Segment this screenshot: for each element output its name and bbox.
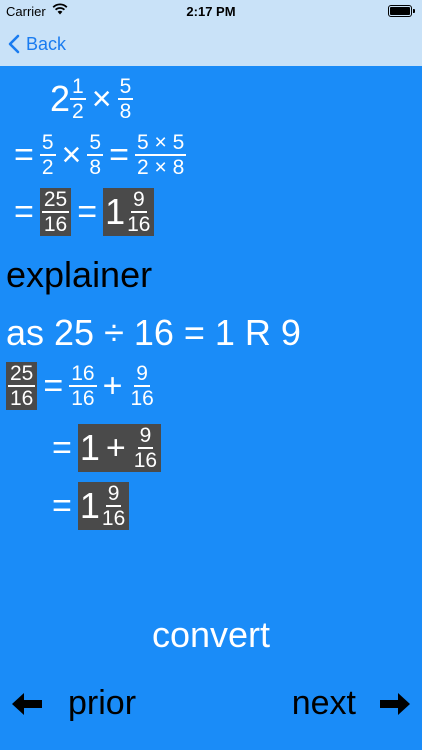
back-button[interactable]: Back: [8, 30, 66, 58]
next-label: next: [291, 684, 356, 722]
prior-button[interactable]: prior: [10, 684, 136, 723]
fraction-five-eighths: 5 8: [87, 131, 104, 179]
arrow-right-icon: [380, 692, 410, 715]
equals-sign: =: [14, 136, 34, 174]
status-bar: Carrier 2:17 PM: [0, 0, 422, 22]
improper-step-line: = 5 2 × 5 8 = 5 × 5 2 × 8: [14, 131, 187, 179]
navigation-bar: Back: [0, 22, 422, 66]
equals-sign: =: [14, 193, 34, 231]
equals-sign: =: [77, 193, 98, 231]
fraction-remainder: 9 16: [130, 362, 154, 410]
times-sign: ×: [91, 80, 112, 118]
highlighted-improper-fraction: 25 16: [39, 188, 72, 236]
highlighted-improper-fraction: 25 16: [6, 362, 38, 410]
battery-icon: [388, 5, 415, 17]
problem-line: 2 1 2 × 5 8: [50, 75, 134, 123]
explainer-heading: explainer: [6, 254, 153, 295]
mixed-whole: 2: [50, 78, 71, 119]
next-button[interactable]: next: [292, 684, 412, 723]
result-line: = 25 16 = 1 9 16: [14, 188, 155, 236]
highlighted-mixed-number: 1 9 16: [77, 482, 130, 530]
equals-sign: =: [52, 429, 72, 467]
explainer-split-line: 25 16 = 16 16 + 9 16: [6, 362, 156, 410]
explanation-area: 2 1 2 × 5 8 = 5 2 × 5 8 = 5 × 5 2 × 8 =: [0, 66, 422, 750]
fraction-product: 5 × 5 2 × 8: [134, 131, 187, 179]
convert-button[interactable]: convert: [0, 614, 422, 656]
times-sign: ×: [61, 136, 82, 174]
back-label: Back: [26, 33, 67, 54]
fraction-five-eighths: 5 8: [117, 75, 134, 123]
bottom-navigation: prior next: [0, 684, 422, 724]
explainer-result-line: = 1 9 16: [52, 482, 130, 530]
fraction-one-whole: 16 16: [69, 362, 97, 410]
explainer-sum-line: = 1 + 9 16: [52, 424, 162, 472]
fraction-five-halves: 5 2: [39, 131, 56, 179]
fraction-half: 1 2: [70, 75, 86, 123]
prior-label: prior: [68, 684, 137, 722]
chevron-left-icon: [8, 34, 20, 54]
division-statement: as 25 ÷ 16 = 1 R 9: [6, 312, 301, 353]
equals-sign: =: [52, 487, 72, 525]
equals-sign: =: [109, 136, 129, 174]
highlighted-sum: 1 + 9 16: [77, 424, 162, 472]
highlighted-mixed-number: 1 9 16: [103, 188, 155, 236]
equals-sign: =: [43, 367, 64, 405]
plus-sign: +: [102, 367, 123, 405]
arrow-left-icon: [12, 692, 42, 715]
clock: 2:17 PM: [186, 4, 236, 19]
